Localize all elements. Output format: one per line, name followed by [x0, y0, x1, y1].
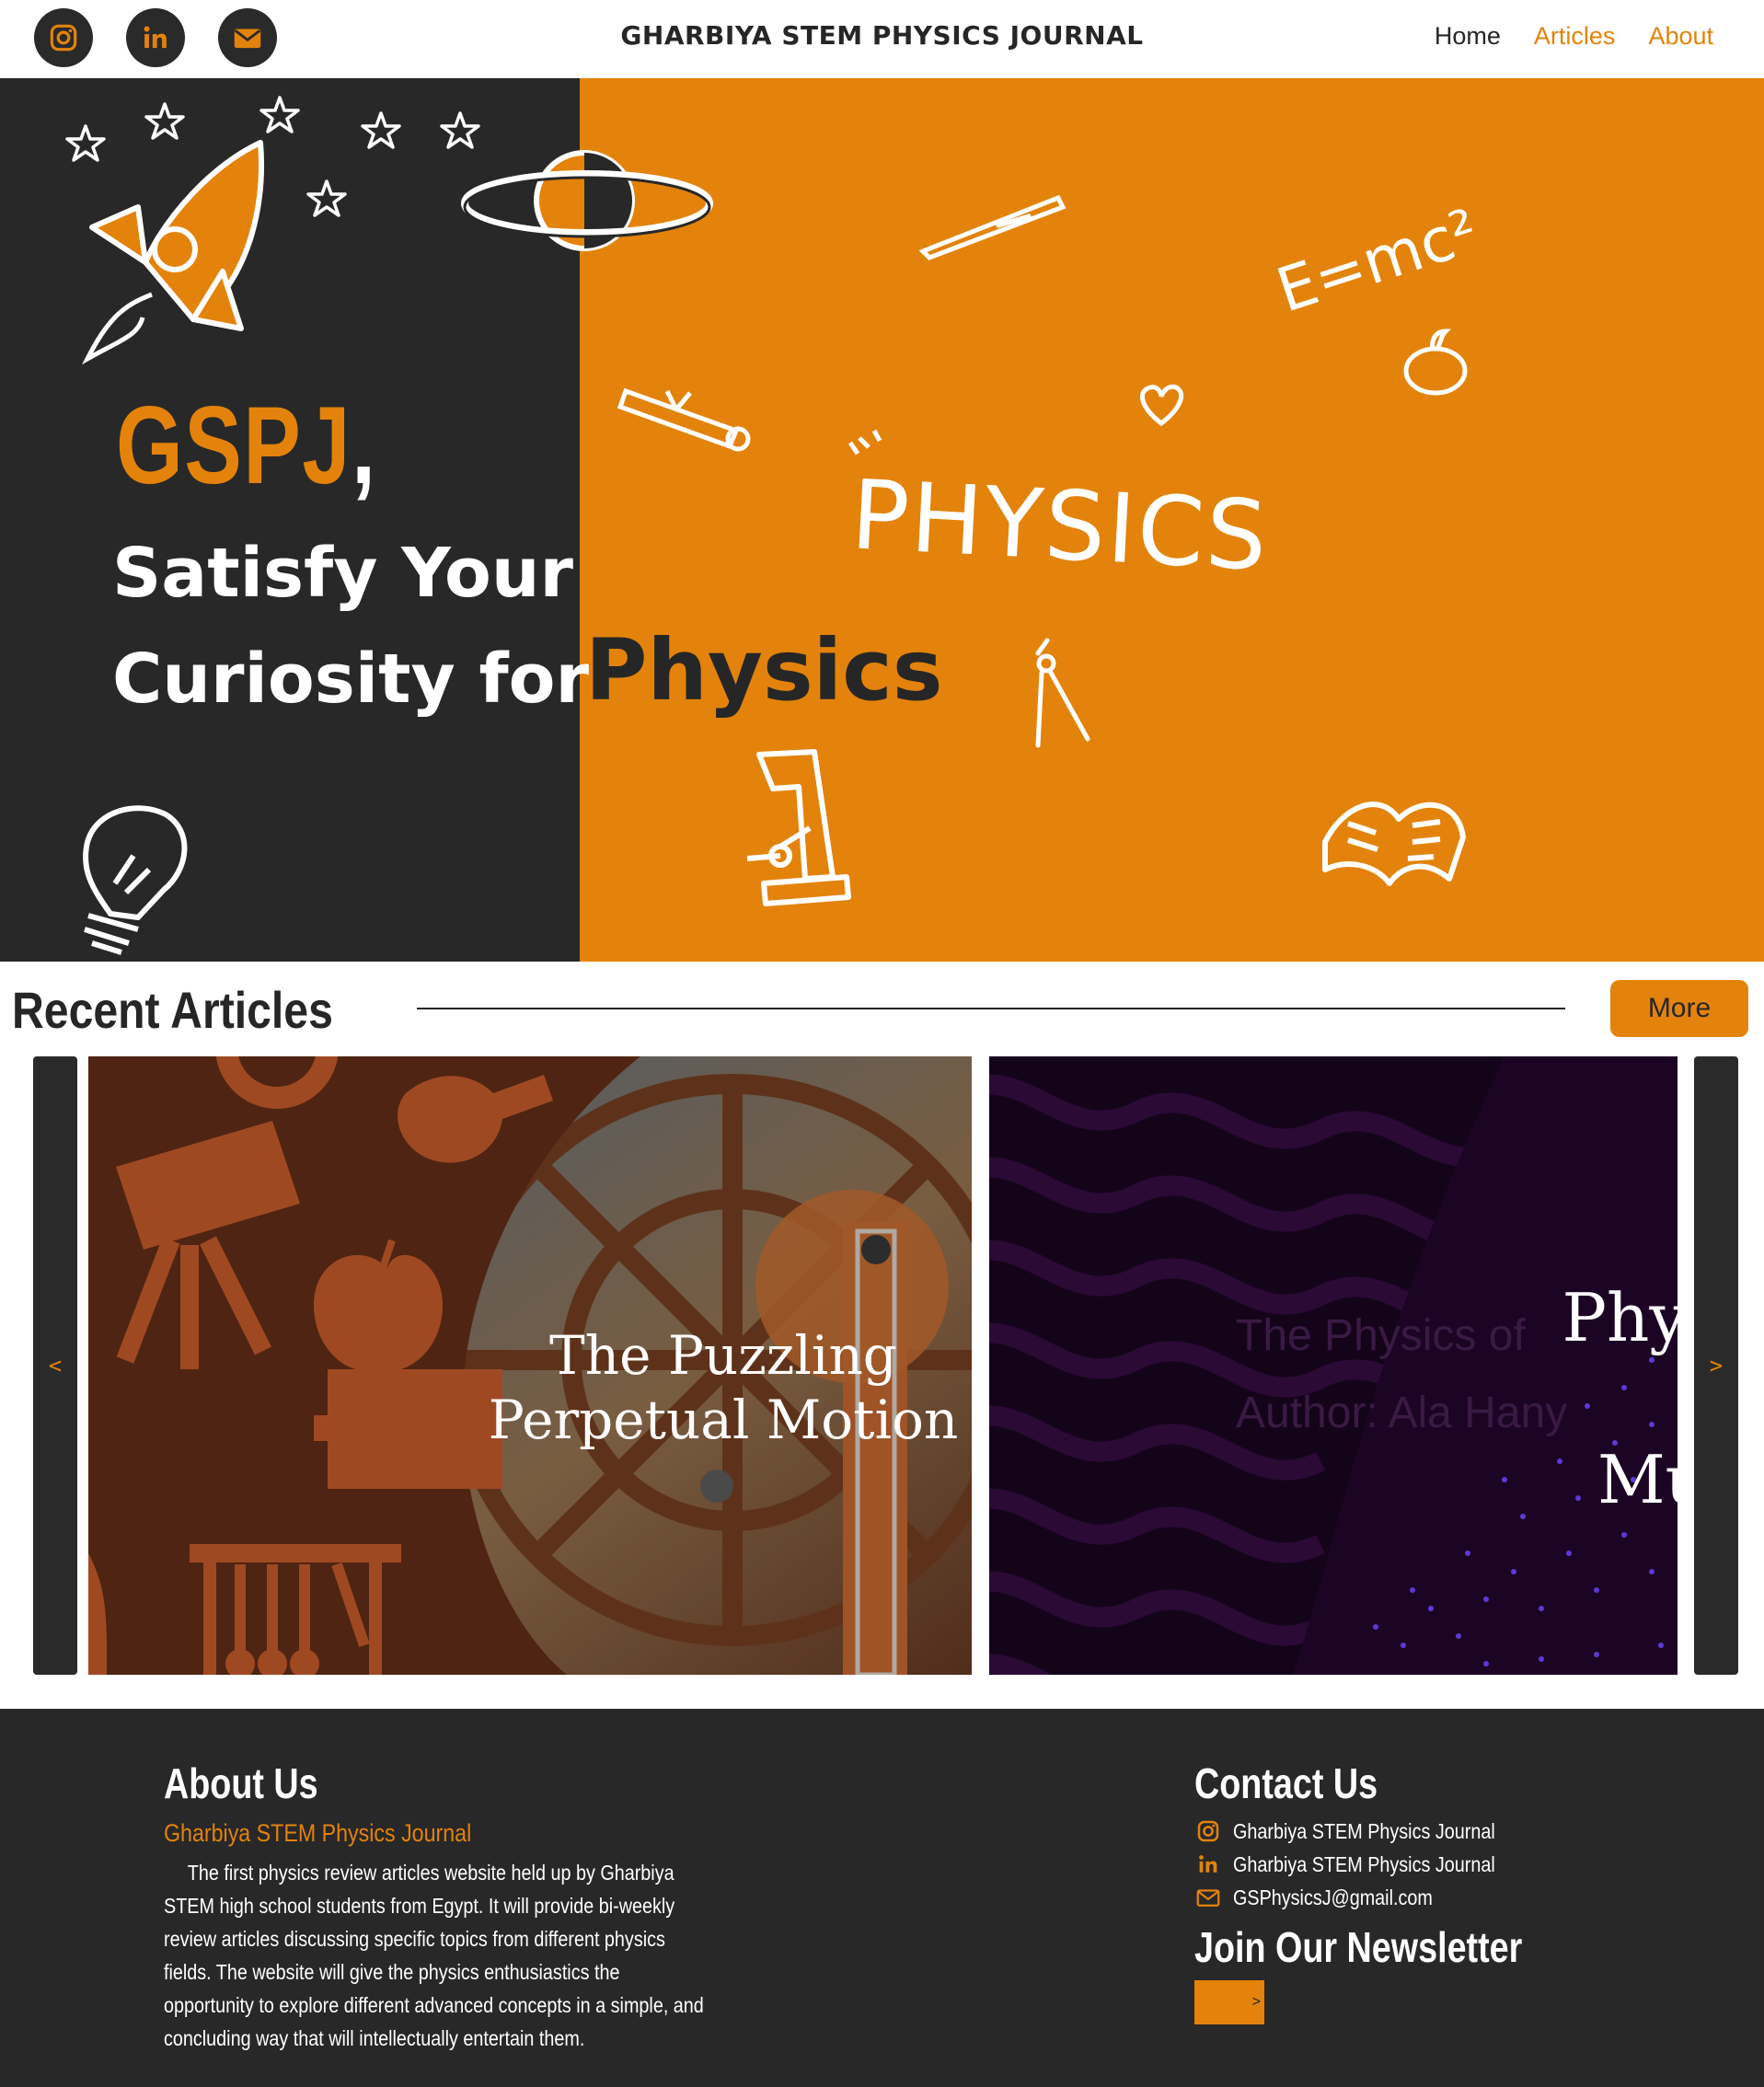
article-card[interactable]: The Physics of Author: Ala Hany Physi of…	[989, 1056, 1678, 1675]
scroll-icon	[617, 387, 751, 452]
contact-instagram[interactable]: Gharbiya STEM Physics Journal	[1194, 1817, 1538, 1845]
more-button[interactable]: More	[1610, 980, 1748, 1037]
top-navbar: GHARBIYA STEM PHYSICS JOURNAL Home Artic…	[0, 0, 1764, 78]
linkedin-icon	[1199, 1855, 1217, 1873]
planet-icon	[461, 150, 713, 251]
main-nav: Home Articles About	[1435, 22, 1713, 51]
newsletter-submit-button[interactable]: >	[1194, 1980, 1264, 2024]
newsletter-heading: Join Our Newsletter	[1194, 1923, 1523, 1971]
lightbulb-icon	[82, 805, 188, 955]
article-title: The Puzzling Perpetual Motion	[488, 1324, 959, 1451]
about-heading: About Us	[164, 1759, 318, 1807]
articles-carousel: < The Puzzling Perpetual Motion The Phys…	[0, 1056, 1764, 1675]
compass-icon	[1035, 638, 1090, 748]
nav-home[interactable]: Home	[1435, 22, 1501, 51]
hero-highlight-word: Physics	[585, 621, 943, 720]
carousel-prev-button[interactable]: <	[33, 1056, 77, 1675]
contact-email[interactable]: GSPhysicsJ@gmail.com	[1194, 1884, 1465, 1911]
heart-icon	[1139, 384, 1183, 427]
hero-tagline-line2: Curiosity for	[112, 640, 589, 719]
contact-heading: Contact Us	[1194, 1759, 1378, 1807]
rocket-icon	[82, 140, 265, 365]
instagram-icon	[1197, 1820, 1219, 1842]
section-title: Recent Articles	[12, 981, 333, 1039]
recent-articles-header: Recent Articles More	[0, 962, 1764, 1054]
pendulum-icon	[746, 749, 851, 906]
stars-doodle	[65, 96, 480, 217]
article-card[interactable]: The Puzzling Perpetual Motion	[88, 1056, 972, 1675]
apple-icon	[1403, 329, 1468, 396]
about-subheading: Gharbiya STEM Physics Journal	[164, 1819, 472, 1847]
carousel-next-button[interactable]: >	[1694, 1056, 1738, 1675]
book-icon	[1322, 801, 1466, 886]
hero-title: GSPJ,	[116, 384, 377, 507]
hero-banner: GSPJ, Satisfy Your Curiosity for Physics…	[0, 78, 1764, 962]
site-footer: About Us Gharbiya STEM Physics Journal T…	[0, 1709, 1764, 2087]
sparkle-doodle	[847, 429, 882, 455]
section-divider	[417, 1008, 1565, 1009]
contact-linkedin[interactable]: Gharbiya STEM Physics Journal	[1194, 1851, 1538, 1878]
hero-tagline-line1: Satisfy Your	[112, 534, 574, 613]
about-text: The first physics review articles websit…	[164, 1861, 704, 2050]
article-title: Physi of Mus	[1562, 1279, 1678, 1518]
nav-about[interactable]: About	[1648, 22, 1713, 51]
mail-icon	[1196, 1889, 1220, 1907]
hero-doodle-word: PHYSICS	[848, 458, 1272, 593]
nav-articles[interactable]: Articles	[1534, 22, 1616, 51]
pen-icon	[918, 194, 1066, 260]
